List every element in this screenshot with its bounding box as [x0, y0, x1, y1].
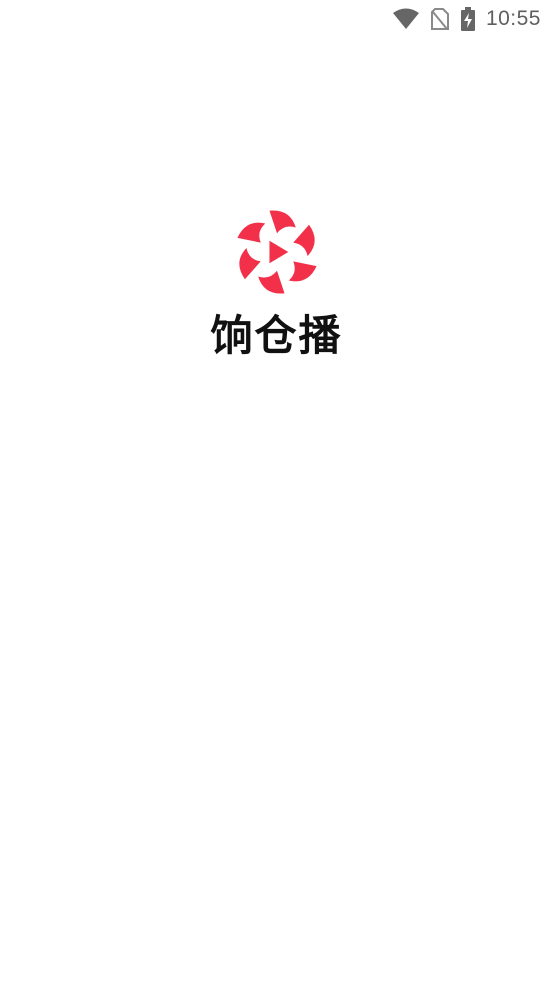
battery-charging-icon	[460, 7, 476, 31]
wifi-icon	[392, 8, 420, 30]
status-bar: 10:55	[0, 0, 553, 38]
app-name: 饷仓播	[210, 311, 343, 360]
status-time: 10:55	[485, 7, 541, 30]
no-sim-icon	[430, 7, 450, 31]
app-logo-icon	[230, 205, 324, 299]
splash-screen: 饷仓播	[0, 205, 553, 359]
